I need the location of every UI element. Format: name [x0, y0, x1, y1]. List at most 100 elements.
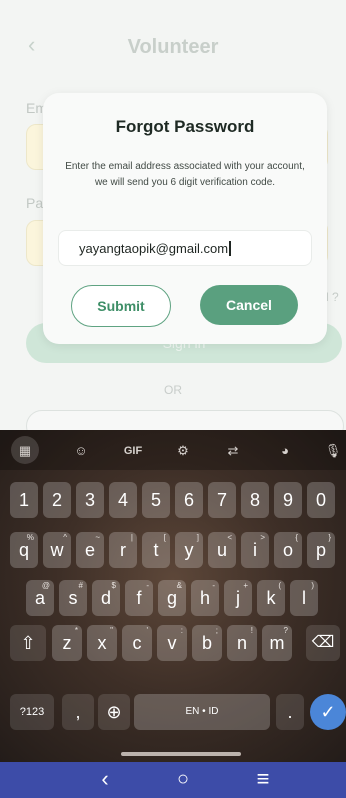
- key-label: v: [167, 633, 177, 653]
- key-t[interactable]: t[: [142, 532, 170, 568]
- key-n[interactable]: n!: [227, 625, 257, 661]
- key-hint: :: [180, 626, 183, 635]
- key-label: q: [18, 540, 29, 560]
- key-8[interactable]: 8: [241, 482, 269, 518]
- theme-palette-icon[interactable]: ◕: [272, 440, 298, 462]
- key-f[interactable]: f-: [125, 580, 153, 616]
- enter-checkmark-icon[interactable]: ✓: [310, 694, 346, 730]
- key-e[interactable]: e ~: [76, 532, 104, 568]
- symbols-key[interactable]: ?123: [10, 694, 54, 730]
- microphone-icon[interactable]: 🎙: [320, 440, 346, 462]
- key-x[interactable]: x ": [87, 625, 117, 661]
- comma-key[interactable]: ,: [62, 694, 94, 730]
- key-label: w: [50, 540, 64, 560]
- email-input[interactable]: yayangtaopik@gmail.com: [58, 230, 312, 266]
- key-7[interactable]: 7: [208, 482, 236, 518]
- period-key[interactable]: .: [276, 694, 304, 730]
- key-label: 2: [51, 490, 62, 510]
- key-y[interactable]: y]: [175, 532, 203, 568]
- key-v[interactable]: v:: [157, 625, 187, 661]
- key-l[interactable]: l): [290, 580, 318, 616]
- apps-grid-icon[interactable]: ▦: [12, 440, 38, 462]
- key-m[interactable]: m?: [262, 625, 292, 661]
- space-bar[interactable]: EN • ID: [134, 694, 270, 730]
- key-w[interactable]: w ^: [43, 532, 71, 568]
- key-hint: [: [163, 533, 166, 542]
- forgot-password-dialog: Forgot Password Enter the email address …: [43, 93, 327, 344]
- key-4[interactable]: 4: [109, 482, 137, 518]
- key-label: s: [68, 588, 78, 608]
- key-5[interactable]: 5: [142, 482, 170, 518]
- key-hint: #: [78, 581, 83, 590]
- key-hint: >: [260, 533, 265, 542]
- nav-menu-icon[interactable]: ≡: [243, 766, 283, 792]
- key-0[interactable]: 0: [307, 482, 335, 518]
- globe-icon[interactable]: ⊕: [98, 694, 130, 730]
- key-label: d: [100, 588, 111, 608]
- key-c[interactable]: c ': [122, 625, 152, 661]
- email-input-value-wrap: yayangtaopik@gmail.com: [79, 241, 231, 256]
- key-9[interactable]: 9: [274, 482, 302, 518]
- gesture-handle: [121, 752, 241, 756]
- shift-key[interactable]: ⇧: [10, 625, 46, 661]
- key-1[interactable]: 1: [10, 482, 38, 518]
- key-label: n: [236, 633, 247, 653]
- gif-button[interactable]: GIF: [120, 440, 146, 462]
- key-label: e: [84, 540, 95, 560]
- key-a[interactable]: a @: [26, 580, 54, 616]
- key-j[interactable]: j +: [224, 580, 252, 616]
- key-label: a: [34, 588, 45, 608]
- submit-button[interactable]: Submit: [71, 285, 171, 327]
- key-h[interactable]: h-: [191, 580, 219, 616]
- key-i[interactable]: i >: [241, 532, 269, 568]
- key-label: 6: [183, 490, 194, 510]
- key-o[interactable]: o{: [274, 532, 302, 568]
- key-hint: ?: [283, 626, 288, 635]
- key-g[interactable]: g &: [158, 580, 186, 616]
- key-hint: ;: [215, 626, 218, 635]
- key-hint: ]: [196, 533, 199, 542]
- key-r[interactable]: r |: [109, 532, 137, 568]
- key-label: 9: [282, 490, 293, 510]
- system-navigation-bar: ‹ ○ ≡: [0, 762, 346, 798]
- key-hint: {: [295, 533, 298, 542]
- key-hint: ': [146, 626, 148, 635]
- key-6[interactable]: 6: [175, 482, 203, 518]
- key-label: u: [216, 540, 227, 560]
- translate-icon[interactable]: ⇄: [220, 440, 246, 462]
- key-p[interactable]: p}: [307, 532, 335, 568]
- key-b[interactable]: b;: [192, 625, 222, 661]
- key-label: 8: [249, 490, 260, 510]
- sticker-icon[interactable]: ☺: [68, 440, 94, 462]
- key-label: 4: [117, 490, 128, 510]
- key-hint: -: [146, 581, 149, 590]
- soft-keyboard: ▦ ☺ GIF ⚙ ⇄ ◕ 🎙 1234567890 q% w ^ e ~ r | t[y] u < i > o{p…: [0, 430, 346, 762]
- app-title: Volunteer: [127, 36, 219, 58]
- nav-back-icon[interactable]: ‹: [85, 766, 125, 792]
- key-hint: |: [130, 533, 133, 542]
- key-d[interactable]: d $: [92, 580, 120, 616]
- key-k[interactable]: k(: [257, 580, 285, 616]
- settings-gear-icon[interactable]: ⚙: [170, 440, 196, 462]
- key-label: 1: [18, 490, 29, 510]
- nav-home-icon[interactable]: ○: [163, 768, 203, 791]
- key-label: 7: [216, 490, 227, 510]
- key-hint: !: [250, 626, 253, 635]
- key-2[interactable]: 2: [43, 482, 71, 518]
- key-label: x: [97, 633, 107, 653]
- dialog-title: Forgot Password: [115, 117, 255, 136]
- key-u[interactable]: u <: [208, 532, 236, 568]
- key-hint: +: [243, 581, 248, 590]
- key-s[interactable]: s #: [59, 580, 87, 616]
- key-z[interactable]: z *: [52, 625, 82, 661]
- key-label: 3: [84, 490, 95, 510]
- key-3[interactable]: 3: [76, 482, 104, 518]
- key-hint: @: [41, 581, 50, 590]
- key-q[interactable]: q%: [10, 532, 38, 568]
- key-hint: }: [328, 533, 331, 542]
- backspace-key[interactable]: ⌫: [306, 625, 340, 661]
- dialog-description: Enter the email address associated with …: [65, 161, 305, 188]
- cancel-button[interactable]: Cancel: [200, 285, 298, 325]
- key-hint: %: [26, 533, 34, 542]
- key-label: r: [120, 540, 126, 560]
